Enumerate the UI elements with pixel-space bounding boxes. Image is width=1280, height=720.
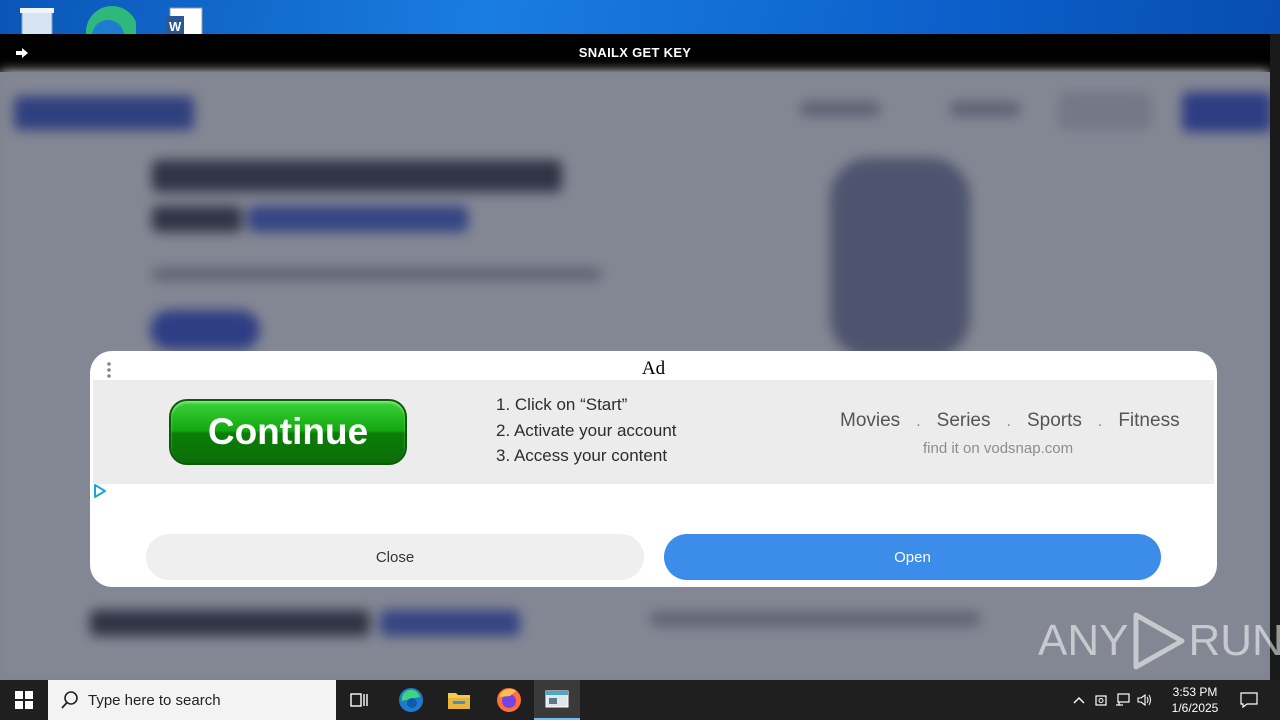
word-document-icon[interactable]: W — [162, 6, 206, 37]
taskbar-clock[interactable]: 3:53 PM 1/6/2025 — [1166, 684, 1224, 716]
open-button[interactable]: Open — [664, 534, 1161, 580]
category-separator: . — [1097, 413, 1103, 430]
search-placeholder: Type here to search — [88, 691, 221, 709]
network-icon[interactable] — [1112, 680, 1134, 720]
ad-category: Series — [936, 410, 991, 431]
snailx-taskbar-icon[interactable] — [534, 680, 580, 720]
taskbar-search[interactable]: Type here to search — [48, 680, 336, 720]
volume-icon[interactable] — [1134, 680, 1156, 720]
task-view-icon[interactable] — [337, 680, 383, 720]
play-logo-icon — [1130, 611, 1186, 671]
svg-text:W: W — [169, 19, 182, 34]
firefox-icon[interactable] — [486, 680, 532, 720]
ad-categories: Movies . Series . Sports . Fitness — [840, 410, 1180, 432]
ad-steps-list: 1. Click on “Start” 2. Activate your acc… — [496, 392, 677, 469]
edge-desktop-icon[interactable] — [86, 6, 138, 58]
file-explorer-icon[interactable] — [436, 680, 482, 720]
ad-step: 1. Click on “Start” — [496, 395, 628, 414]
ad-category: Sports — [1026, 410, 1082, 431]
search-icon — [61, 691, 78, 709]
taskbar: Type here to search 3:53 PM 1/6/2025 — [0, 680, 1280, 720]
ad-site-text: find it on vodsnap.com — [923, 440, 1074, 457]
notification-icon[interactable] — [1234, 680, 1264, 720]
ad-step: 3. Access your content — [496, 446, 668, 465]
watermark-text-right: RUN — [1188, 616, 1280, 665]
ad-category: Fitness — [1118, 410, 1180, 431]
ad-dialog: Ad Continue 1. Click on “Start” 2. Activ… — [90, 351, 1217, 587]
edge-taskbar-icon[interactable] — [388, 680, 434, 720]
clock-date: 1/6/2025 — [1171, 701, 1219, 715]
window-title: SNAILX GET KEY — [578, 45, 692, 60]
recycle-bin-icon[interactable] — [16, 6, 60, 37]
chevron-up-icon[interactable] — [1068, 680, 1090, 720]
meet-now-icon[interactable] — [1090, 680, 1112, 720]
ad-choices-icon[interactable] — [93, 484, 107, 498]
category-separator: . — [916, 413, 921, 430]
ad-banner[interactable]: Continue 1. Click on “Start” 2. Activate… — [93, 380, 1214, 484]
ad-continue-button[interactable]: Continue — [169, 399, 407, 465]
window-titlebar: SNAILX GET KEY — [0, 34, 1270, 72]
category-separator: . — [1006, 413, 1011, 430]
start-button[interactable] — [0, 680, 48, 720]
close-button[interactable]: Close — [146, 534, 644, 580]
watermark-text-left: ANY — [1038, 616, 1129, 665]
app-window: SNAILX GET KEY Ad Continue 1. Click on “… — [0, 34, 1270, 680]
windows-logo-icon — [15, 691, 33, 709]
ad-step: 2. Activate your account — [496, 420, 677, 440]
anyrun-watermark: ANY RUN — [1038, 608, 1280, 674]
system-tray — [1068, 680, 1156, 720]
ad-label: Ad — [641, 358, 666, 379]
ad-category: Movies — [840, 410, 901, 431]
background-window-edge — [1270, 34, 1280, 680]
clock-time: 3:53 PM — [1172, 685, 1218, 699]
